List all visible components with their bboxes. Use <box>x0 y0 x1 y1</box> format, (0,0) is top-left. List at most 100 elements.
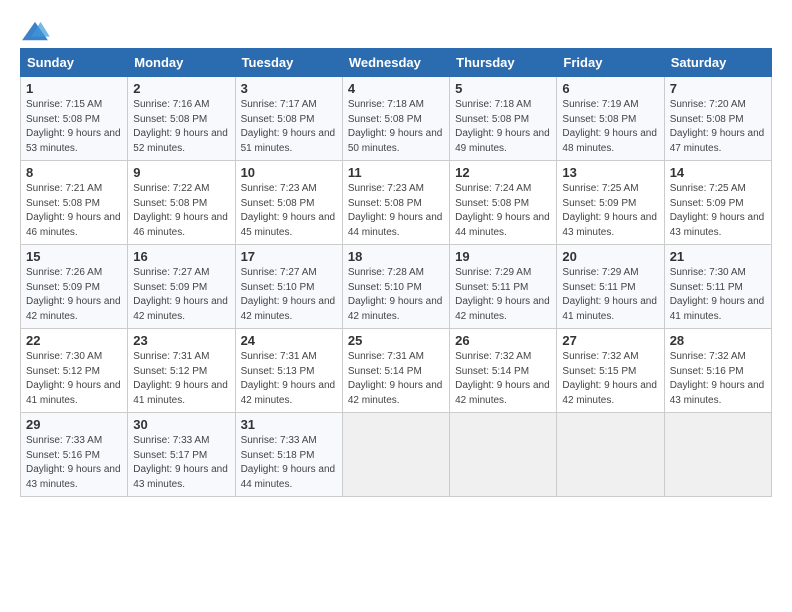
calendar-cell: 26 Sunrise: 7:32 AMSunset: 5:14 PMDayligh… <box>450 329 557 413</box>
day-info: Sunrise: 7:25 AMSunset: 5:09 PMDaylight:… <box>562 183 657 238</box>
day-info: Sunrise: 7:23 AMSunset: 5:08 PMDaylight:… <box>241 183 336 238</box>
calendar-cell: 1Sunrise: 7:15 AMSunset: 5:08 PMDaylight… <box>21 77 128 161</box>
day-info: Sunrise: 7:33 AMSunset: 5:17 PMDaylight:… <box>133 435 228 490</box>
day-info: Sunrise: 7:18 AMSunset: 5:08 PMDaylight:… <box>455 99 550 154</box>
weekday-header-monday: Monday <box>128 49 235 77</box>
day-info: Sunrise: 7:31 AMSunset: 5:14 PMDaylight:… <box>348 351 443 406</box>
day-number: 30 <box>133 417 229 432</box>
day-number: 9 <box>133 165 229 180</box>
day-number: 7 <box>670 81 766 96</box>
day-number: 20 <box>562 249 658 264</box>
day-number: 24 <box>241 333 337 348</box>
calendar-cell: 12 Sunrise: 7:24 AMSunset: 5:08 PMDayligh… <box>450 161 557 245</box>
calendar-cell: 7 Sunrise: 7:20 AMSunset: 5:08 PMDaylight… <box>664 77 771 161</box>
day-info: Sunrise: 7:21 AMSunset: 5:08 PMDaylight:… <box>26 183 121 238</box>
day-info: Sunrise: 7:29 AMSunset: 5:11 PMDaylight:… <box>562 267 657 322</box>
calendar-cell: 18 Sunrise: 7:28 AMSunset: 5:10 PMDayligh… <box>342 245 449 329</box>
day-number: 6 <box>562 81 658 96</box>
calendar-cell: 24 Sunrise: 7:31 AMSunset: 5:13 PMDayligh… <box>235 329 342 413</box>
day-info: Sunrise: 7:31 AMSunset: 5:12 PMDaylight:… <box>133 351 228 406</box>
day-info: Sunrise: 7:29 AMSunset: 5:11 PMDaylight:… <box>455 267 550 322</box>
header <box>20 20 772 44</box>
page-wrapper: SundayMondayTuesdayWednesdayThursdayFrid… <box>20 20 772 497</box>
calendar-cell: 28 Sunrise: 7:32 AMSunset: 5:16 PMDayligh… <box>664 329 771 413</box>
day-number: 17 <box>241 249 337 264</box>
calendar-cell: 20 Sunrise: 7:29 AMSunset: 5:11 PMDayligh… <box>557 245 664 329</box>
calendar-cell: 3 Sunrise: 7:17 AMSunset: 5:08 PMDaylight… <box>235 77 342 161</box>
day-number: 31 <box>241 417 337 432</box>
day-info: Sunrise: 7:28 AMSunset: 5:10 PMDaylight:… <box>348 267 443 322</box>
calendar-cell: 21 Sunrise: 7:30 AMSunset: 5:11 PMDayligh… <box>664 245 771 329</box>
calendar-cell: 2 Sunrise: 7:16 AMSunset: 5:08 PMDaylight… <box>128 77 235 161</box>
calendar-cell: 4Sunrise: 7:18 AMSunset: 5:08 PMDaylight… <box>342 77 449 161</box>
day-number: 16 <box>133 249 229 264</box>
day-number: 27 <box>562 333 658 348</box>
calendar-cell <box>450 413 557 497</box>
day-number: 21 <box>670 249 766 264</box>
day-number: 8 <box>26 165 122 180</box>
day-number: 5 <box>455 81 551 96</box>
day-info: Sunrise: 7:18 AMSunset: 5:08 PMDaylight:… <box>348 99 443 154</box>
day-info: Sunrise: 7:27 AMSunset: 5:09 PMDaylight:… <box>133 267 228 322</box>
calendar-cell: 17 Sunrise: 7:27 AMSunset: 5:10 PMDayligh… <box>235 245 342 329</box>
calendar-cell: 29Sunrise: 7:33 AMSunset: 5:16 PMDayligh… <box>21 413 128 497</box>
day-number: 2 <box>133 81 229 96</box>
calendar-cell: 9 Sunrise: 7:22 AMSunset: 5:08 PMDaylight… <box>128 161 235 245</box>
calendar-cell: 8 Sunrise: 7:21 AMSunset: 5:08 PMDaylight… <box>21 161 128 245</box>
calendar-cell: 23 Sunrise: 7:31 AMSunset: 5:12 PMDayligh… <box>128 329 235 413</box>
day-number: 12 <box>455 165 551 180</box>
weekday-header-row: SundayMondayTuesdayWednesdayThursdayFrid… <box>21 49 772 77</box>
day-info: Sunrise: 7:24 AMSunset: 5:08 PMDaylight:… <box>455 183 550 238</box>
day-info: Sunrise: 7:20 AMSunset: 5:08 PMDaylight:… <box>670 99 765 154</box>
weekday-header-sunday: Sunday <box>21 49 128 77</box>
day-info: Sunrise: 7:19 AMSunset: 5:08 PMDaylight:… <box>562 99 657 154</box>
calendar-week-row: 8 Sunrise: 7:21 AMSunset: 5:08 PMDaylight… <box>21 161 772 245</box>
calendar-week-row: 1Sunrise: 7:15 AMSunset: 5:08 PMDaylight… <box>21 77 772 161</box>
day-info: Sunrise: 7:30 AMSunset: 5:12 PMDaylight:… <box>26 351 121 406</box>
day-info: Sunrise: 7:17 AMSunset: 5:08 PMDaylight:… <box>241 99 336 154</box>
day-number: 25 <box>348 333 444 348</box>
day-number: 18 <box>348 249 444 264</box>
day-info: Sunrise: 7:30 AMSunset: 5:11 PMDaylight:… <box>670 267 765 322</box>
day-info: Sunrise: 7:32 AMSunset: 5:16 PMDaylight:… <box>670 351 765 406</box>
calendar-cell: 13Sunrise: 7:25 AMSunset: 5:09 PMDayligh… <box>557 161 664 245</box>
day-number: 23 <box>133 333 229 348</box>
day-info: Sunrise: 7:33 AMSunset: 5:16 PMDaylight:… <box>26 435 121 490</box>
day-number: 14 <box>670 165 766 180</box>
calendar-cell: 11 Sunrise: 7:23 AMSunset: 5:08 PMDayligh… <box>342 161 449 245</box>
day-info: Sunrise: 7:27 AMSunset: 5:10 PMDaylight:… <box>241 267 336 322</box>
calendar-cell: 19 Sunrise: 7:29 AMSunset: 5:11 PMDayligh… <box>450 245 557 329</box>
calendar-cell: 6 Sunrise: 7:19 AMSunset: 5:08 PMDaylight… <box>557 77 664 161</box>
day-info: Sunrise: 7:31 AMSunset: 5:13 PMDaylight:… <box>241 351 336 406</box>
day-number: 26 <box>455 333 551 348</box>
calendar-cell: 27 Sunrise: 7:32 AMSunset: 5:15 PMDayligh… <box>557 329 664 413</box>
calendar-cell: 22 Sunrise: 7:30 AMSunset: 5:12 PMDayligh… <box>21 329 128 413</box>
day-number: 22 <box>26 333 122 348</box>
calendar-cell: 14Sunrise: 7:25 AMSunset: 5:09 PMDayligh… <box>664 161 771 245</box>
day-info: Sunrise: 7:32 AMSunset: 5:15 PMDaylight:… <box>562 351 657 406</box>
day-number: 28 <box>670 333 766 348</box>
day-info: Sunrise: 7:32 AMSunset: 5:14 PMDaylight:… <box>455 351 550 406</box>
weekday-header-thursday: Thursday <box>450 49 557 77</box>
day-info: Sunrise: 7:22 AMSunset: 5:08 PMDaylight:… <box>133 183 228 238</box>
day-number: 1 <box>26 81 122 96</box>
calendar-cell: 15Sunrise: 7:26 AMSunset: 5:09 PMDayligh… <box>21 245 128 329</box>
weekday-header-saturday: Saturday <box>664 49 771 77</box>
weekday-header-tuesday: Tuesday <box>235 49 342 77</box>
day-number: 19 <box>455 249 551 264</box>
calendar-cell: 31Sunrise: 7:33 AMSunset: 5:18 PMDayligh… <box>235 413 342 497</box>
day-number: 3 <box>241 81 337 96</box>
logo <box>20 20 54 44</box>
day-info: Sunrise: 7:16 AMSunset: 5:08 PMDaylight:… <box>133 99 228 154</box>
calendar-cell: 5 Sunrise: 7:18 AMSunset: 5:08 PMDaylight… <box>450 77 557 161</box>
calendar-week-row: 29Sunrise: 7:33 AMSunset: 5:16 PMDayligh… <box>21 413 772 497</box>
weekday-header-friday: Friday <box>557 49 664 77</box>
day-number: 11 <box>348 165 444 180</box>
day-info: Sunrise: 7:23 AMSunset: 5:08 PMDaylight:… <box>348 183 443 238</box>
calendar-cell: 30 Sunrise: 7:33 AMSunset: 5:17 PMDayligh… <box>128 413 235 497</box>
calendar-week-row: 15Sunrise: 7:26 AMSunset: 5:09 PMDayligh… <box>21 245 772 329</box>
calendar-week-row: 22 Sunrise: 7:30 AMSunset: 5:12 PMDayligh… <box>21 329 772 413</box>
calendar-cell: 25 Sunrise: 7:31 AMSunset: 5:14 PMDayligh… <box>342 329 449 413</box>
calendar-cell: 16 Sunrise: 7:27 AMSunset: 5:09 PMDayligh… <box>128 245 235 329</box>
calendar-cell <box>664 413 771 497</box>
